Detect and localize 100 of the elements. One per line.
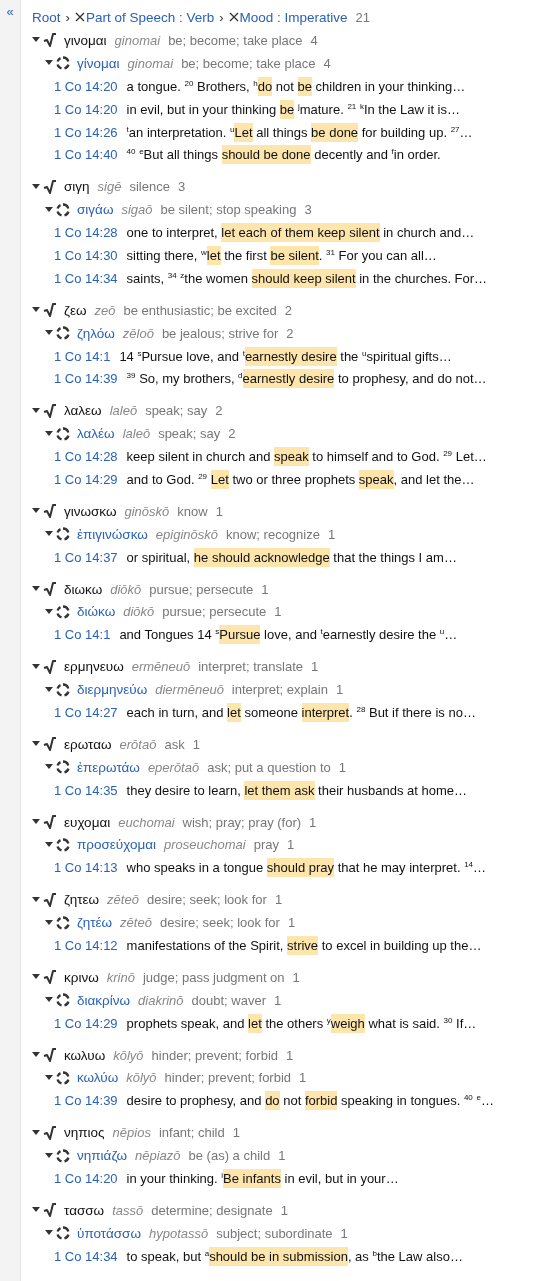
lemma-link[interactable]: λαλέω bbox=[77, 426, 115, 442]
transliteration: zēteō bbox=[107, 892, 139, 908]
radical-icon bbox=[43, 970, 57, 985]
verse-reference-link[interactable]: 1 Co 14:34 bbox=[54, 270, 118, 286]
lemma-link[interactable]: γίνομαι bbox=[77, 55, 120, 71]
lemma-link[interactable]: ζητέω bbox=[77, 915, 113, 931]
verse-reference-link[interactable]: 1 Co 14:20 bbox=[54, 101, 118, 117]
verse-snippet: sitting there, $^{w}$let the first be silent. $^{31}$ For you can all… bbox=[126, 247, 437, 263]
circular-arrows-icon bbox=[56, 1226, 70, 1241]
breadcrumb-link[interactable]: Mood : Imperative bbox=[239, 9, 348, 25]
gloss-text: be enthusiastic; be excited bbox=[123, 302, 277, 318]
lemma-link[interactable]: σιγάω bbox=[77, 202, 114, 218]
transliteration: ginōskō bbox=[124, 503, 170, 519]
verse-reference-link[interactable]: 1 Co 14:26 bbox=[54, 124, 118, 140]
root-word: κρινω bbox=[64, 969, 99, 985]
verse-reference-link[interactable]: 1 Co 14:28 bbox=[54, 449, 118, 465]
caret-down-icon[interactable] bbox=[32, 182, 40, 191]
hit-count: 1 bbox=[309, 814, 317, 830]
verse-reference-link[interactable]: 1 Co 14:27 bbox=[54, 705, 118, 720]
verse-reference-link[interactable]: 1 Co 14:34 bbox=[54, 1248, 118, 1264]
verse-reference-link[interactable]: 1 Co 14:28 bbox=[54, 225, 118, 241]
verse-reference-link[interactable]: 1 Co 14:40 bbox=[54, 147, 118, 163]
caret-down-icon[interactable] bbox=[32, 662, 40, 671]
root-word: ζητεω bbox=[64, 892, 100, 908]
caret-down-icon[interactable] bbox=[32, 1128, 40, 1137]
circular-arrows-icon bbox=[56, 426, 70, 441]
caret-down-icon[interactable] bbox=[45, 429, 53, 438]
gloss-text: pursue; persecute bbox=[149, 581, 254, 597]
gloss-text: ask bbox=[164, 736, 185, 752]
verse-snippet: and to God. $^{29}$ Let two or three prophets speak, and let the… bbox=[126, 471, 475, 487]
lemma-link[interactable]: ἐπερωτάω bbox=[77, 759, 140, 775]
lemma-link[interactable]: προσεύχομαι bbox=[77, 837, 157, 853]
collapse-button[interactable]: « bbox=[6, 4, 14, 20]
caret-down-icon[interactable] bbox=[45, 607, 53, 616]
caret-down-icon[interactable] bbox=[45, 840, 53, 849]
transliteration: laleō bbox=[122, 426, 151, 442]
verse-reference-link[interactable]: 1 Co 14:37 bbox=[54, 549, 118, 565]
radical-icon bbox=[43, 737, 57, 752]
verse-reference-link[interactable]: 1 Co 14:30 bbox=[54, 247, 118, 263]
verse-reference-link[interactable]: 1 Co 14:12 bbox=[54, 938, 118, 953]
gloss-text: determine; designate bbox=[151, 1202, 273, 1218]
breadcrumb-link[interactable]: Root bbox=[32, 9, 61, 25]
circular-arrows-icon bbox=[56, 527, 70, 542]
lemma-link[interactable]: διώκω bbox=[77, 604, 116, 620]
breadcrumb-link[interactable]: Part of Speech : Verb bbox=[85, 9, 215, 25]
transliteration: kōlyō bbox=[126, 1070, 157, 1086]
verse-reference-link[interactable]: 1 Co 14:29 bbox=[54, 471, 118, 487]
caret-down-icon[interactable] bbox=[45, 918, 53, 927]
verse-reference-link[interactable]: 1 Co 14:39 bbox=[54, 371, 118, 387]
circular-arrows-icon bbox=[56, 915, 70, 930]
circular-arrows-icon bbox=[56, 1070, 70, 1085]
verse-reference-link[interactable]: 1 Co 14:20 bbox=[54, 78, 118, 94]
lemma-link[interactable]: ζηλόω bbox=[77, 325, 115, 341]
close-icon[interactable] bbox=[74, 12, 85, 22]
verse-snippet: keep silent in church and speak to himself and to God. $^{29}$ Let… bbox=[126, 449, 487, 465]
gloss-text: speak; say bbox=[158, 426, 221, 442]
transliteration: ginomai bbox=[127, 55, 174, 71]
verse-snippet: $^{t}$an interpretation. $^{u}$Let all things be done for building up. $^{27}$… bbox=[126, 124, 473, 140]
caret-down-icon[interactable] bbox=[45, 1151, 53, 1160]
gloss-text: interpret; translate bbox=[198, 659, 303, 675]
gloss-text: know bbox=[177, 503, 208, 519]
gloss-text: know; recognize bbox=[226, 526, 320, 542]
verse-reference-link[interactable]: 1 Co 14:39 bbox=[54, 1093, 118, 1109]
verse-reference-link[interactable]: 1 Co 14:29 bbox=[54, 1015, 118, 1031]
gloss-text: hinder; prevent; forbid bbox=[151, 1047, 279, 1063]
caret-down-icon[interactable] bbox=[45, 685, 53, 694]
transliteration: tassō bbox=[112, 1202, 144, 1218]
caret-down-icon[interactable] bbox=[32, 895, 40, 904]
transliteration: epiginōskō bbox=[155, 526, 218, 542]
gloss-text: hinder; prevent; forbid bbox=[164, 1070, 292, 1086]
verse-reference-link[interactable]: 1 Co 14:35 bbox=[54, 782, 118, 798]
radical-icon bbox=[43, 815, 57, 830]
circular-arrows-icon bbox=[56, 993, 70, 1008]
hit-count: 1 bbox=[274, 892, 283, 908]
lemma-link[interactable]: νηπιάζω bbox=[77, 1148, 127, 1164]
lemma-link[interactable]: ἐπιγινώσκω bbox=[77, 526, 148, 542]
lemma-link[interactable]: διακρίνω bbox=[77, 992, 131, 1008]
close-icon[interactable] bbox=[228, 12, 239, 22]
verse-reference-link[interactable]: 1 Co 14:13 bbox=[54, 860, 118, 876]
circular-arrows-icon bbox=[56, 604, 70, 619]
circular-arrows-icon bbox=[56, 202, 70, 217]
caret-down-icon[interactable] bbox=[45, 205, 53, 214]
caret-down-icon[interactable] bbox=[32, 406, 40, 415]
verse-reference-link[interactable]: 1 Co 14:1 bbox=[54, 627, 111, 643]
root-word: διωκω bbox=[64, 581, 103, 597]
transliteration: eperōtaō bbox=[147, 759, 200, 775]
hit-count: 1 bbox=[280, 1202, 288, 1218]
hit-count: 2 bbox=[215, 403, 223, 419]
verse-reference-link[interactable]: 1 Co 14:1 bbox=[54, 348, 111, 364]
verse-snippet: prophets speak, and let the others $^{y}$weigh what is said. $^{30}$ If… bbox=[126, 1015, 477, 1031]
gloss-text: be; become; take place bbox=[168, 32, 303, 48]
lemma-link[interactable]: διερμηνεύω bbox=[77, 682, 148, 698]
caret-down-icon[interactable] bbox=[45, 1073, 53, 1082]
lemma-link[interactable]: κωλύω bbox=[77, 1070, 119, 1086]
hit-count: 1 bbox=[340, 1225, 348, 1241]
hit-count: 2 bbox=[228, 426, 236, 442]
gloss-text: ask; put a question to bbox=[207, 759, 331, 775]
gloss-text: desire; seek; look for bbox=[146, 892, 267, 908]
verse-reference-link[interactable]: 1 Co 14:20 bbox=[54, 1171, 118, 1186]
lemma-link[interactable]: ὑποτάσσω bbox=[77, 1225, 141, 1241]
